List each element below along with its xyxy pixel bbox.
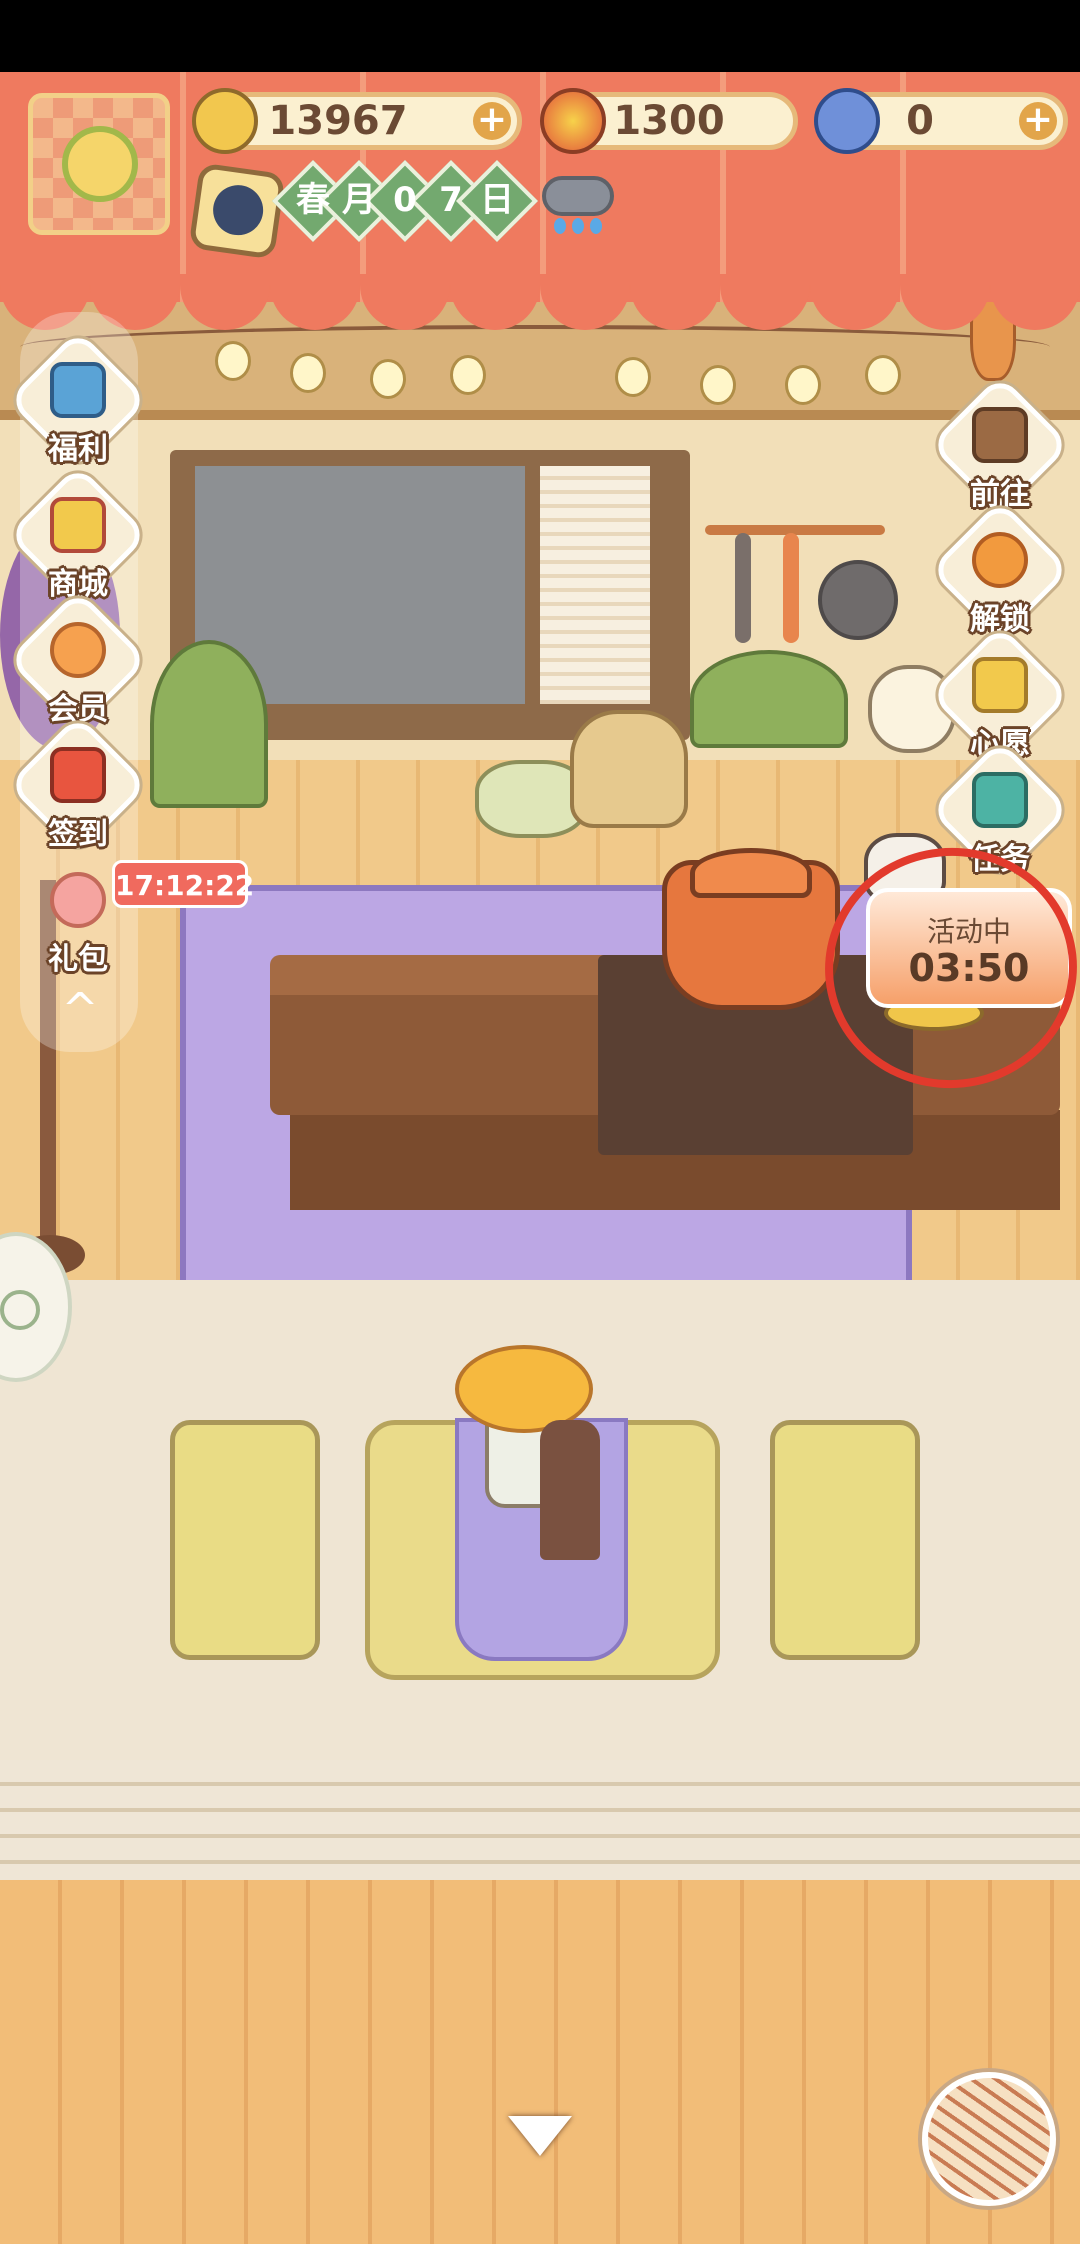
- utensil-rail: [705, 525, 885, 643]
- chevron-down-icon: [508, 2116, 572, 2156]
- flame-icon: [540, 88, 606, 154]
- bulb: [290, 353, 326, 393]
- checkin-label: 签到: [48, 817, 108, 852]
- stage-steps: [0, 1760, 1080, 1890]
- string-lights: [20, 325, 1050, 405]
- fish-icon: [814, 88, 880, 154]
- bulb: [785, 365, 821, 405]
- potted-plant: [150, 640, 268, 808]
- ladle: [735, 533, 751, 643]
- gift-countdown: 17:12:22: [112, 860, 254, 908]
- shop-button[interactable]: 商城: [7, 464, 149, 606]
- colander: [818, 560, 898, 640]
- add-banana-button[interactable]: +: [473, 102, 511, 140]
- unlock-button[interactable]: 解锁: [929, 499, 1071, 641]
- flower-badge-icon: [50, 622, 106, 678]
- welfare-label: 福利: [48, 432, 108, 467]
- clock-icon: [0, 1290, 40, 1330]
- window-shutter: [540, 466, 650, 704]
- oil-lamp: [540, 1420, 600, 1560]
- collapse-menu-button[interactable]: ^: [50, 985, 110, 1035]
- goto-label: 前往: [970, 477, 1030, 512]
- counter-plant: [690, 650, 848, 748]
- bulb: [370, 359, 406, 399]
- member-button[interactable]: 会员: [7, 589, 149, 731]
- bulb: [865, 355, 901, 395]
- calendar-icon: [50, 747, 106, 803]
- heart-book-icon: [972, 657, 1028, 713]
- bread-sack: [570, 710, 688, 828]
- chair-right: [770, 1420, 920, 1660]
- status-bar: [0, 0, 1080, 72]
- goto-button[interactable]: 前往: [929, 374, 1071, 516]
- moon-night-icon: [188, 162, 286, 260]
- flower-avatar-icon: [62, 126, 138, 202]
- shop-icon: [50, 497, 106, 553]
- bulb: [215, 341, 251, 381]
- tv-icon: [50, 362, 106, 418]
- shop-label: 商城: [48, 567, 108, 602]
- key-icon: [972, 532, 1028, 588]
- checkin-button[interactable]: 签到: [7, 714, 149, 856]
- gift-pack-label: 礼包: [48, 942, 108, 977]
- clipboard-icon: [972, 772, 1028, 828]
- welfare-button[interactable]: 福利: [7, 329, 149, 471]
- add-fish-button[interactable]: +: [1019, 102, 1057, 140]
- member-label: 会员: [48, 692, 108, 727]
- bulb: [450, 355, 486, 395]
- spatula: [783, 533, 799, 643]
- bulb: [700, 365, 736, 405]
- chair-left: [170, 1420, 320, 1660]
- rain-cloud-icon[interactable]: [542, 176, 614, 236]
- pot-lid: [690, 848, 812, 898]
- signboard-icon: [972, 407, 1028, 463]
- yarn-ball-button[interactable]: [922, 2072, 1056, 2206]
- expand-down-button[interactable]: [500, 2110, 580, 2170]
- date-day: 日: [480, 180, 514, 220]
- bulb: [615, 357, 651, 397]
- banana-icon: [192, 88, 258, 154]
- unlock-label: 解锁: [970, 602, 1030, 637]
- front-floor: [0, 1880, 1080, 2244]
- gift-icon: [50, 872, 106, 928]
